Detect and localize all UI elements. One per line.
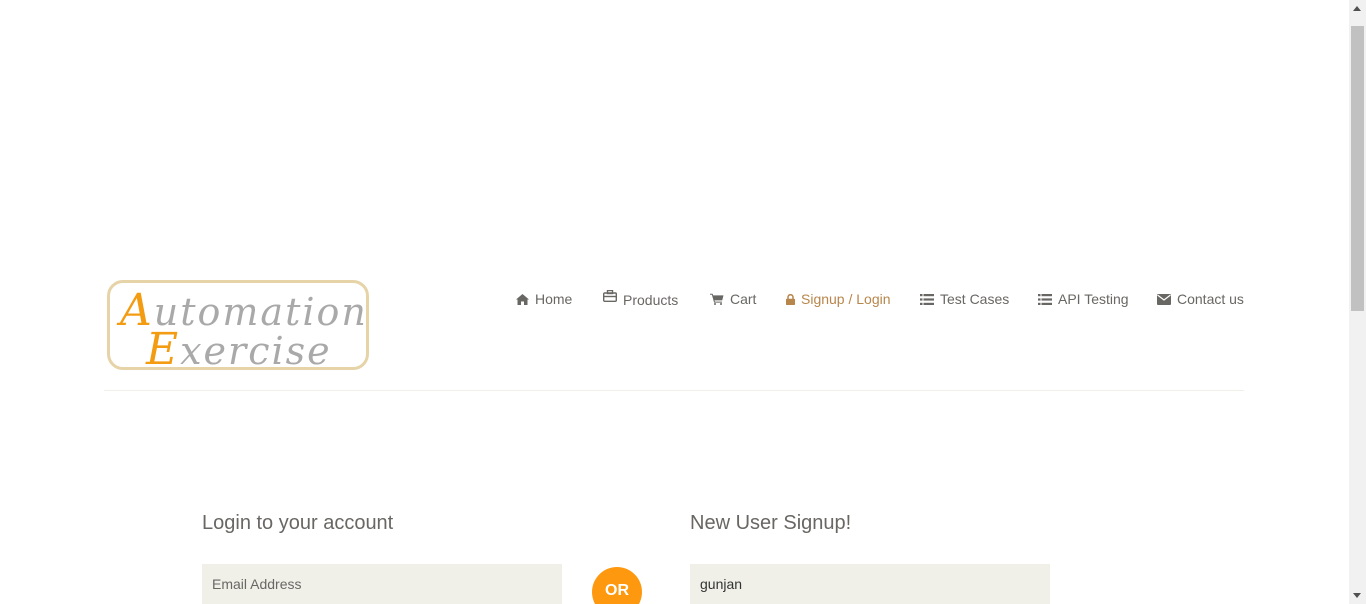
lock-icon [786, 293, 795, 305]
nav-item-products[interactable]: Products [603, 289, 678, 311]
home-icon [516, 293, 529, 305]
list-icon [1038, 293, 1052, 305]
nav-item-signup-login[interactable]: Signup / Login [786, 288, 891, 310]
scrollbar-thumb[interactable] [1351, 26, 1364, 311]
cart-icon [710, 293, 724, 305]
nav-item-contact-us[interactable]: Contact us [1157, 288, 1244, 310]
envelope-icon [1157, 293, 1171, 305]
page: Automation Exercise Home Products Cart S… [0, 0, 1366, 604]
main-nav: Home Products Cart Signup / Login Test C… [0, 288, 1244, 310]
scroll-down-arrow-icon[interactable] [1353, 593, 1361, 598]
signup-form-title: New User Signup! [690, 512, 852, 534]
nav-item-api-testing[interactable]: API Testing [1038, 288, 1129, 310]
logo-line-2: Exercise [146, 324, 332, 375]
nav-label-contact-us: Contact us [1177, 291, 1244, 307]
nav-label-home: Home [535, 291, 573, 307]
nav-label-test-cases: Test Cases [940, 291, 1010, 307]
login-form-title: Login to your account [202, 512, 394, 534]
nav-label-products: Products [623, 292, 679, 308]
nav-item-home[interactable]: Home [516, 288, 572, 310]
nav-item-cart[interactable]: Cart [710, 288, 756, 310]
header-divider [104, 390, 1244, 391]
scroll-up-arrow-icon[interactable] [1353, 6, 1361, 11]
signup-name-input[interactable] [690, 564, 1050, 604]
nav-item-test-cases[interactable]: Test Cases [920, 288, 1009, 310]
nav-label-signup-login: Signup / Login [801, 291, 891, 307]
list-icon [920, 293, 934, 305]
products-icon [603, 290, 617, 302]
nav-label-api-testing: API Testing [1058, 291, 1129, 307]
login-email-input[interactable] [202, 564, 562, 604]
vertical-scrollbar[interactable] [1349, 0, 1366, 604]
or-badge: OR [592, 567, 642, 604]
nav-label-cart: Cart [730, 291, 757, 307]
